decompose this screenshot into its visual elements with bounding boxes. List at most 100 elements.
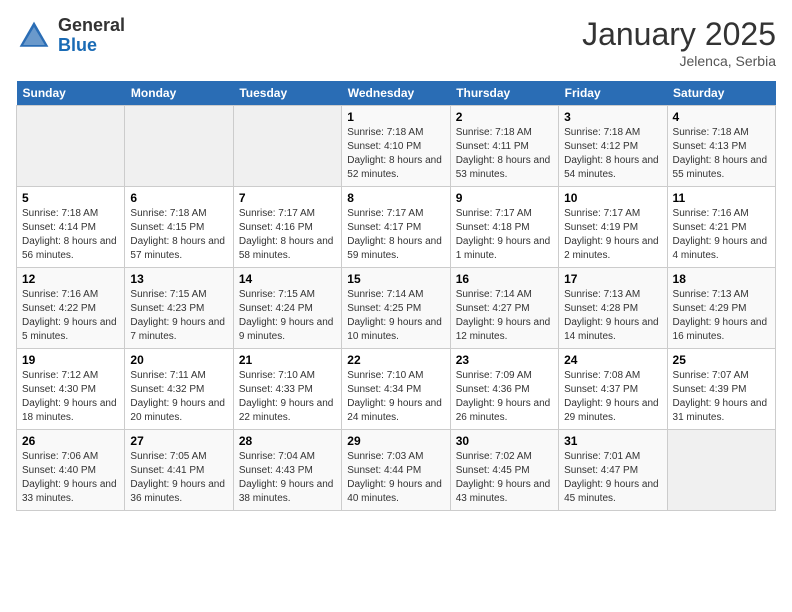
weekday-header-saturday: Saturday bbox=[667, 81, 775, 106]
day-info: Sunrise: 7:13 AM Sunset: 4:29 PM Dayligh… bbox=[673, 288, 770, 344]
calendar-cell: 27 Sunrise: 7:05 AM Sunset: 4:41 PM Dayli… bbox=[125, 430, 233, 511]
calendar-row-0: 1 Sunrise: 7:18 AM Sunset: 4:10 PM Daylig… bbox=[17, 106, 776, 187]
calendar-cell: 19Sunrise: 7:12 AM Sunset: 4:30 PM Dayli… bbox=[17, 349, 125, 430]
logo-icon bbox=[16, 18, 52, 54]
day-number: 8 bbox=[347, 191, 444, 205]
day-info: Sunrise: 7:16 AM Sunset: 4:22 PM Dayligh… bbox=[22, 288, 119, 344]
day-number: 20 bbox=[130, 353, 227, 367]
calendar-cell: 3 Sunrise: 7:18 AM Sunset: 4:12 PM Daylig… bbox=[559, 106, 667, 187]
day-info: Sunrise: 7:13 AM Sunset: 4:28 PM Dayligh… bbox=[564, 288, 661, 344]
calendar-cell bbox=[17, 106, 125, 187]
day-number: 28 bbox=[239, 434, 336, 448]
calendar-body: 1 Sunrise: 7:18 AM Sunset: 4:10 PM Daylig… bbox=[17, 106, 776, 511]
day-number: 11 bbox=[673, 191, 770, 205]
calendar-cell bbox=[125, 106, 233, 187]
calendar-cell: 28 Sunrise: 7:04 AM Sunset: 4:43 PM Dayli… bbox=[233, 430, 341, 511]
day-number: 23 bbox=[456, 353, 553, 367]
logo: General Blue bbox=[16, 16, 125, 56]
weekday-header-wednesday: Wednesday bbox=[342, 81, 450, 106]
day-number: 15 bbox=[347, 272, 444, 286]
day-number: 9 bbox=[456, 191, 553, 205]
day-info: Sunrise: 7:17 AM Sunset: 4:18 PM Dayligh… bbox=[456, 207, 553, 263]
calendar-cell: 17Sunrise: 7:13 AM Sunset: 4:28 PM Dayli… bbox=[559, 268, 667, 349]
calendar-cell bbox=[667, 430, 775, 511]
day-info: Sunrise: 7:17 AM Sunset: 4:17 PM Dayligh… bbox=[347, 207, 444, 263]
day-info: Sunrise: 7:10 AM Sunset: 4:33 PM Dayligh… bbox=[239, 369, 336, 425]
calendar-row-2: 12 Sunrise: 7:16 AM Sunset: 4:22 PM Dayli… bbox=[17, 268, 776, 349]
day-info: Sunrise: 7:06 AM Sunset: 4:40 PM Dayligh… bbox=[22, 450, 119, 506]
weekday-header-thursday: Thursday bbox=[450, 81, 558, 106]
day-info: Sunrise: 7:14 AM Sunset: 4:25 PM Dayligh… bbox=[347, 288, 444, 344]
day-info: Sunrise: 7:09 AM Sunset: 4:36 PM Dayligh… bbox=[456, 369, 553, 425]
day-info: Sunrise: 7:18 AM Sunset: 4:13 PM Dayligh… bbox=[673, 126, 770, 182]
day-info: Sunrise: 7:08 AM Sunset: 4:37 PM Dayligh… bbox=[564, 369, 661, 425]
calendar-cell: 25Sunrise: 7:07 AM Sunset: 4:39 PM Dayli… bbox=[667, 349, 775, 430]
calendar-cell bbox=[233, 106, 341, 187]
calendar-cell: 18 Sunrise: 7:13 AM Sunset: 4:29 PM Dayli… bbox=[667, 268, 775, 349]
weekday-header-monday: Monday bbox=[125, 81, 233, 106]
logo-text: General Blue bbox=[58, 16, 125, 56]
day-info: Sunrise: 7:15 AM Sunset: 4:24 PM Dayligh… bbox=[239, 288, 336, 344]
day-number: 10 bbox=[564, 191, 661, 205]
calendar-cell: 23 Sunrise: 7:09 AM Sunset: 4:36 PM Dayli… bbox=[450, 349, 558, 430]
day-info: Sunrise: 7:14 AM Sunset: 4:27 PM Dayligh… bbox=[456, 288, 553, 344]
day-info: Sunrise: 7:11 AM Sunset: 4:32 PM Dayligh… bbox=[130, 369, 227, 425]
day-info: Sunrise: 7:18 AM Sunset: 4:12 PM Dayligh… bbox=[564, 126, 661, 182]
calendar-row-1: 5Sunrise: 7:18 AM Sunset: 4:14 PM Daylig… bbox=[17, 187, 776, 268]
day-number: 14 bbox=[239, 272, 336, 286]
day-number: 22 bbox=[347, 353, 444, 367]
day-number: 26 bbox=[22, 434, 119, 448]
day-info: Sunrise: 7:17 AM Sunset: 4:16 PM Dayligh… bbox=[239, 207, 336, 263]
day-info: Sunrise: 7:18 AM Sunset: 4:14 PM Dayligh… bbox=[22, 207, 119, 263]
calendar-cell: 21 Sunrise: 7:10 AM Sunset: 4:33 PM Dayli… bbox=[233, 349, 341, 430]
title-block: January 2025 Jelenca, Serbia bbox=[582, 16, 776, 69]
calendar-cell: 8 Sunrise: 7:17 AM Sunset: 4:17 PM Daylig… bbox=[342, 187, 450, 268]
month-title: January 2025 bbox=[582, 16, 776, 53]
day-number: 13 bbox=[130, 272, 227, 286]
day-info: Sunrise: 7:16 AM Sunset: 4:21 PM Dayligh… bbox=[673, 207, 770, 263]
weekday-header-friday: Friday bbox=[559, 81, 667, 106]
logo-blue-text: Blue bbox=[58, 36, 125, 56]
day-number: 7 bbox=[239, 191, 336, 205]
calendar-cell: 24 Sunrise: 7:08 AM Sunset: 4:37 PM Dayli… bbox=[559, 349, 667, 430]
day-number: 6 bbox=[130, 191, 227, 205]
calendar-cell: 14 Sunrise: 7:15 AM Sunset: 4:24 PM Dayli… bbox=[233, 268, 341, 349]
calendar-table: SundayMondayTuesdayWednesdayThursdayFrid… bbox=[16, 81, 776, 511]
day-number: 3 bbox=[564, 110, 661, 124]
location: Jelenca, Serbia bbox=[582, 53, 776, 69]
calendar-cell: 4Sunrise: 7:18 AM Sunset: 4:13 PM Daylig… bbox=[667, 106, 775, 187]
day-number: 31 bbox=[564, 434, 661, 448]
calendar-cell: 31 Sunrise: 7:01 AM Sunset: 4:47 PM Dayli… bbox=[559, 430, 667, 511]
calendar-cell: 10Sunrise: 7:17 AM Sunset: 4:19 PM Dayli… bbox=[559, 187, 667, 268]
day-number: 1 bbox=[347, 110, 444, 124]
day-info: Sunrise: 7:04 AM Sunset: 4:43 PM Dayligh… bbox=[239, 450, 336, 506]
weekday-header-row: SundayMondayTuesdayWednesdayThursdayFrid… bbox=[17, 81, 776, 106]
day-number: 29 bbox=[347, 434, 444, 448]
calendar-cell: 16 Sunrise: 7:14 AM Sunset: 4:27 PM Dayli… bbox=[450, 268, 558, 349]
calendar-cell: 13Sunrise: 7:15 AM Sunset: 4:23 PM Dayli… bbox=[125, 268, 233, 349]
day-info: Sunrise: 7:02 AM Sunset: 4:45 PM Dayligh… bbox=[456, 450, 553, 506]
day-number: 30 bbox=[456, 434, 553, 448]
calendar-cell: 22 Sunrise: 7:10 AM Sunset: 4:34 PM Dayli… bbox=[342, 349, 450, 430]
calendar-cell: 7 Sunrise: 7:17 AM Sunset: 4:16 PM Daylig… bbox=[233, 187, 341, 268]
day-number: 27 bbox=[130, 434, 227, 448]
page-header: General Blue January 2025 Jelenca, Serbi… bbox=[16, 16, 776, 69]
day-info: Sunrise: 7:18 AM Sunset: 4:10 PM Dayligh… bbox=[347, 126, 444, 182]
day-number: 16 bbox=[456, 272, 553, 286]
day-info: Sunrise: 7:07 AM Sunset: 4:39 PM Dayligh… bbox=[673, 369, 770, 425]
calendar-cell: 9 Sunrise: 7:17 AM Sunset: 4:18 PM Daylig… bbox=[450, 187, 558, 268]
day-number: 21 bbox=[239, 353, 336, 367]
calendar-cell: 1 Sunrise: 7:18 AM Sunset: 4:10 PM Daylig… bbox=[342, 106, 450, 187]
day-info: Sunrise: 7:03 AM Sunset: 4:44 PM Dayligh… bbox=[347, 450, 444, 506]
day-info: Sunrise: 7:18 AM Sunset: 4:15 PM Dayligh… bbox=[130, 207, 227, 263]
day-info: Sunrise: 7:10 AM Sunset: 4:34 PM Dayligh… bbox=[347, 369, 444, 425]
day-info: Sunrise: 7:01 AM Sunset: 4:47 PM Dayligh… bbox=[564, 450, 661, 506]
calendar-cell: 6 Sunrise: 7:18 AM Sunset: 4:15 PM Daylig… bbox=[125, 187, 233, 268]
day-number: 24 bbox=[564, 353, 661, 367]
calendar-cell: 15 Sunrise: 7:14 AM Sunset: 4:25 PM Dayli… bbox=[342, 268, 450, 349]
calendar-cell: 11 Sunrise: 7:16 AM Sunset: 4:21 PM Dayli… bbox=[667, 187, 775, 268]
day-info: Sunrise: 7:05 AM Sunset: 4:41 PM Dayligh… bbox=[130, 450, 227, 506]
day-number: 18 bbox=[673, 272, 770, 286]
day-info: Sunrise: 7:12 AM Sunset: 4:30 PM Dayligh… bbox=[22, 369, 119, 425]
day-number: 12 bbox=[22, 272, 119, 286]
